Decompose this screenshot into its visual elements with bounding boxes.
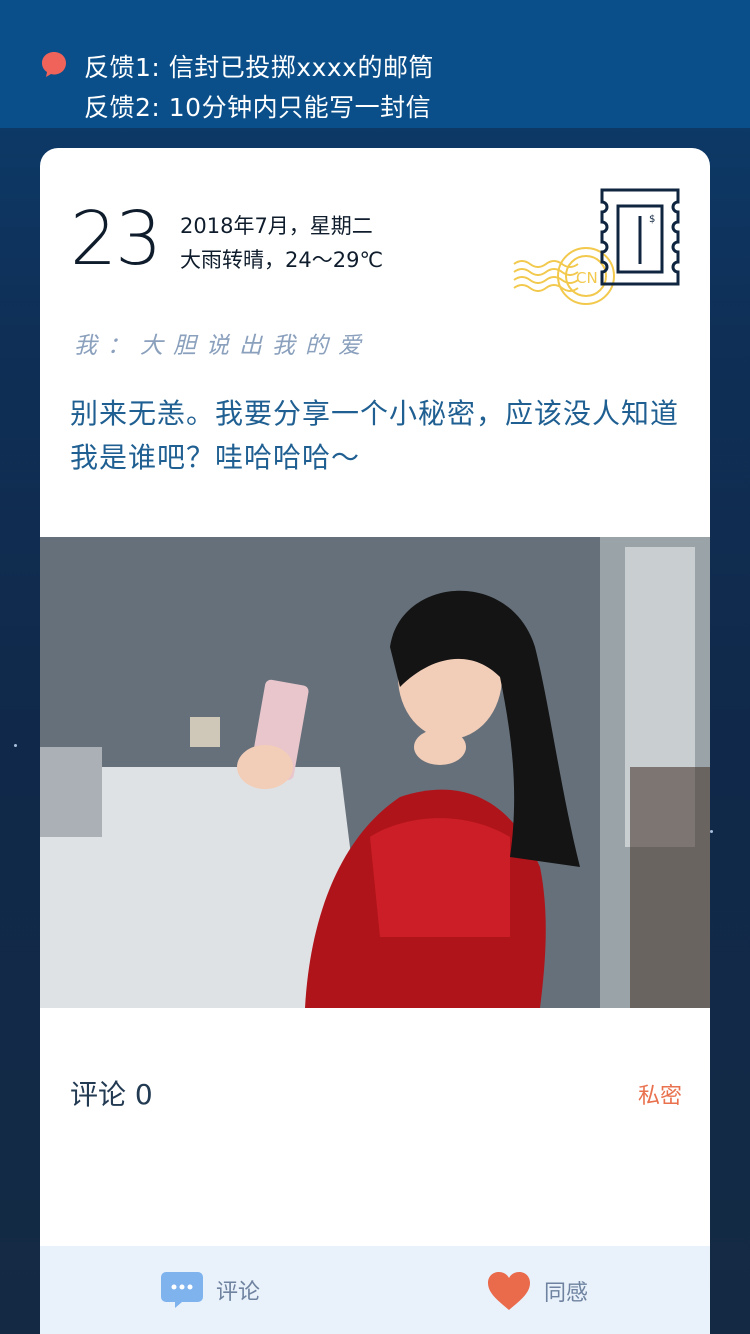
comment-bubble-icon	[161, 1272, 203, 1308]
heart-icon	[488, 1272, 530, 1310]
star-decoration	[14, 744, 17, 747]
comment-button-label: 评论	[216, 1280, 261, 1305]
comment-button[interactable]: 评论	[160, 1270, 260, 1310]
feedback-banner: 反馈1: 信封已投掷xxxx的邮筒 反馈2: 10分钟内只能写一封信	[0, 0, 750, 128]
attached-photo[interactable]	[40, 537, 710, 1008]
letter-card: 23 2018年7月，星期二 大雨转晴，24～29℃ CN $ 我：大胆说出我的…	[40, 148, 710, 1334]
privacy-toggle[interactable]: 私密	[638, 1078, 682, 1110]
date-line: 2018年7月，星期二	[180, 214, 373, 238]
greeting-line: 我：大胆说出我的爱	[74, 333, 371, 359]
bottom-action-bar: 评论 同感	[40, 1246, 710, 1334]
day-number: 23	[70, 196, 162, 282]
empathy-button[interactable]: 同感	[486, 1270, 588, 1312]
letter-body: 别来无恙。我要分享一个小秘密，应该没人知道我是谁吧？哇哈哈哈～	[70, 397, 680, 474]
feedback-line-2: 反馈2: 10分钟内只能写一封信	[84, 93, 432, 122]
postmark-text: CN	[576, 269, 598, 287]
weather-line: 大雨转晴，24～29℃	[180, 248, 384, 272]
empathy-button-label: 同感	[544, 1281, 589, 1306]
comments-count: 评论 0	[70, 1078, 153, 1111]
svg-text:$: $	[649, 214, 655, 225]
speech-bubble-icon	[42, 52, 66, 77]
stamp-icon: CN $	[513, 188, 680, 305]
star-decoration	[710, 830, 713, 833]
feedback-line-1: 反馈1: 信封已投掷xxxx的邮筒	[84, 53, 434, 82]
